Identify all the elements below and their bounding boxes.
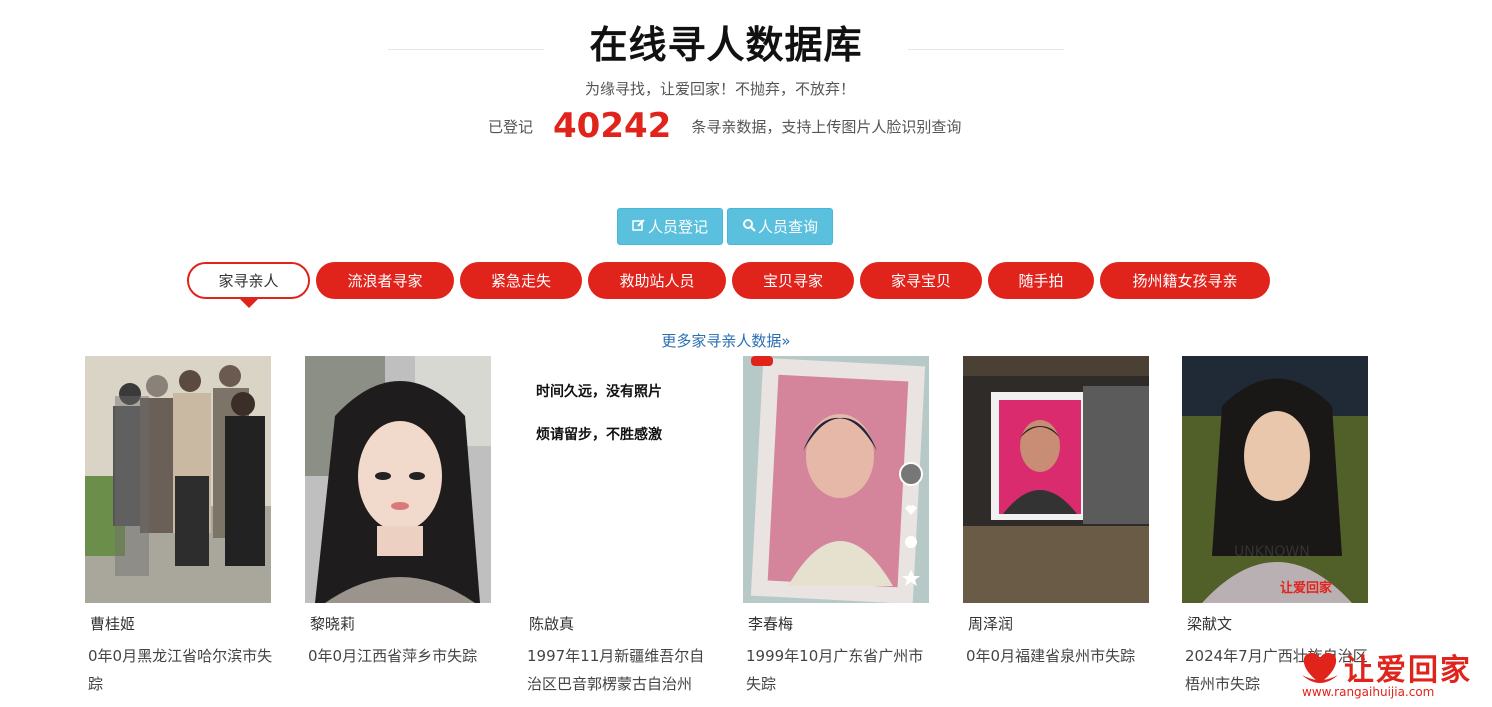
title-divider-right	[908, 49, 1064, 50]
person-desc: 1999年10月广东省广州市失踪	[746, 647, 924, 693]
search-button[interactable]: 人员查询	[727, 208, 833, 245]
no-photo-line-2: 烦请留步，不胜感激	[536, 427, 662, 443]
no-photo-line-1: 时间久远，没有照片	[536, 384, 662, 400]
person-photo[interactable]: UNKNOWN 让爱回家	[1182, 356, 1368, 603]
action-buttons: 人员登记 人员查询	[617, 208, 833, 245]
person-card[interactable]: 李春梅 1999年10月广东省广州市失踪	[743, 356, 929, 698]
site-logo[interactable]: 让爱回家 www.rangaihuijia.com	[1296, 645, 1486, 701]
tab-wanderer[interactable]: 流浪者寻家	[316, 262, 454, 299]
person-card[interactable]: 时间久远，没有照片 烦请留步，不胜感激 陈啟真 1997年11月新疆维吾尔自治区…	[524, 356, 710, 698]
edit-icon	[632, 218, 648, 236]
tab-snapshot[interactable]: 随手拍	[988, 262, 1094, 299]
person-card[interactable]: 黎晓莉 0年0月江西省萍乡市失踪	[305, 356, 491, 670]
register-button[interactable]: 人员登记	[617, 208, 723, 245]
tab-rescue-station[interactable]: 救助站人员	[588, 262, 726, 299]
person-photo[interactable]	[305, 356, 491, 603]
person-card[interactable]: 曹桂姬 0年0月黑龙江省哈尔滨市失踪	[85, 356, 273, 698]
person-name: 周泽润	[968, 615, 1014, 633]
person-desc: 0年0月江西省萍乡市失踪	[308, 647, 478, 665]
stats-suffix: 条寻亲数据，支持上传图片人脸识别查询	[691, 117, 962, 136]
no-photo-placeholder[interactable]: 时间久远，没有照片 烦请留步，不胜感激	[524, 356, 710, 603]
person-name: 陈啟真	[529, 615, 575, 633]
register-label: 人员登记	[647, 218, 708, 236]
person-name: 黎晓莉	[310, 615, 356, 633]
svg-text:UNKNOWN: UNKNOWN	[1234, 544, 1310, 560]
tab-yangzhou-girls[interactable]: 扬州籍女孩寻亲	[1100, 262, 1270, 299]
page-subtitle: 为缘寻找，让爱回家！不抛弃，不放弃！	[584, 80, 855, 98]
stats-count: 40242	[553, 106, 672, 146]
tab-family-seek-baby[interactable]: 家寻宝贝	[860, 262, 982, 299]
person-name: 梁献文	[1187, 615, 1233, 633]
heart-hands-icon	[1302, 653, 1338, 683]
person-desc: 1997年11月新疆维吾尔自治区巴音郭楞蒙古自治州	[527, 647, 705, 693]
logo-text: 让爱回家	[1344, 653, 1472, 688]
person-name: 曹桂姬	[90, 615, 136, 633]
person-photo[interactable]	[85, 356, 271, 603]
header: 在线寻人数据库	[0, 14, 1492, 67]
person-photo[interactable]	[963, 356, 1149, 603]
stats-line: 已登记 40242 条寻亲数据，支持上传图片人脸识别查询	[488, 106, 961, 146]
tab-baby-seek-home[interactable]: 宝贝寻家	[732, 262, 854, 299]
svg-text:让爱回家: 让爱回家	[1280, 580, 1333, 596]
more-link[interactable]: 更多家寻亲人数据»	[0, 330, 1452, 351]
category-tabs: 家寻亲人 流浪者寻家 紧急走失 救助站人员 宝贝寻家 家寻宝贝 随手拍 扬州籍女…	[187, 262, 1270, 308]
person-card[interactable]: 周泽润 0年0月福建省泉州市失踪	[963, 356, 1149, 670]
stats-prefix: 已登记	[488, 117, 534, 136]
tab-family-seek[interactable]: 家寻亲人	[187, 262, 310, 308]
logo-url: www.rangaihuijia.com	[1302, 685, 1435, 699]
page-title: 在线寻人数据库	[589, 23, 863, 67]
person-desc: 0年0月黑龙江省哈尔滨市失踪	[88, 647, 273, 693]
person-photo[interactable]	[743, 356, 929, 603]
person-desc: 0年0月福建省泉州市失踪	[966, 647, 1136, 665]
person-name: 李春梅	[748, 615, 794, 633]
tab-emergency[interactable]: 紧急走失	[460, 262, 582, 299]
search-icon	[742, 218, 758, 236]
search-label: 人员查询	[757, 218, 818, 236]
